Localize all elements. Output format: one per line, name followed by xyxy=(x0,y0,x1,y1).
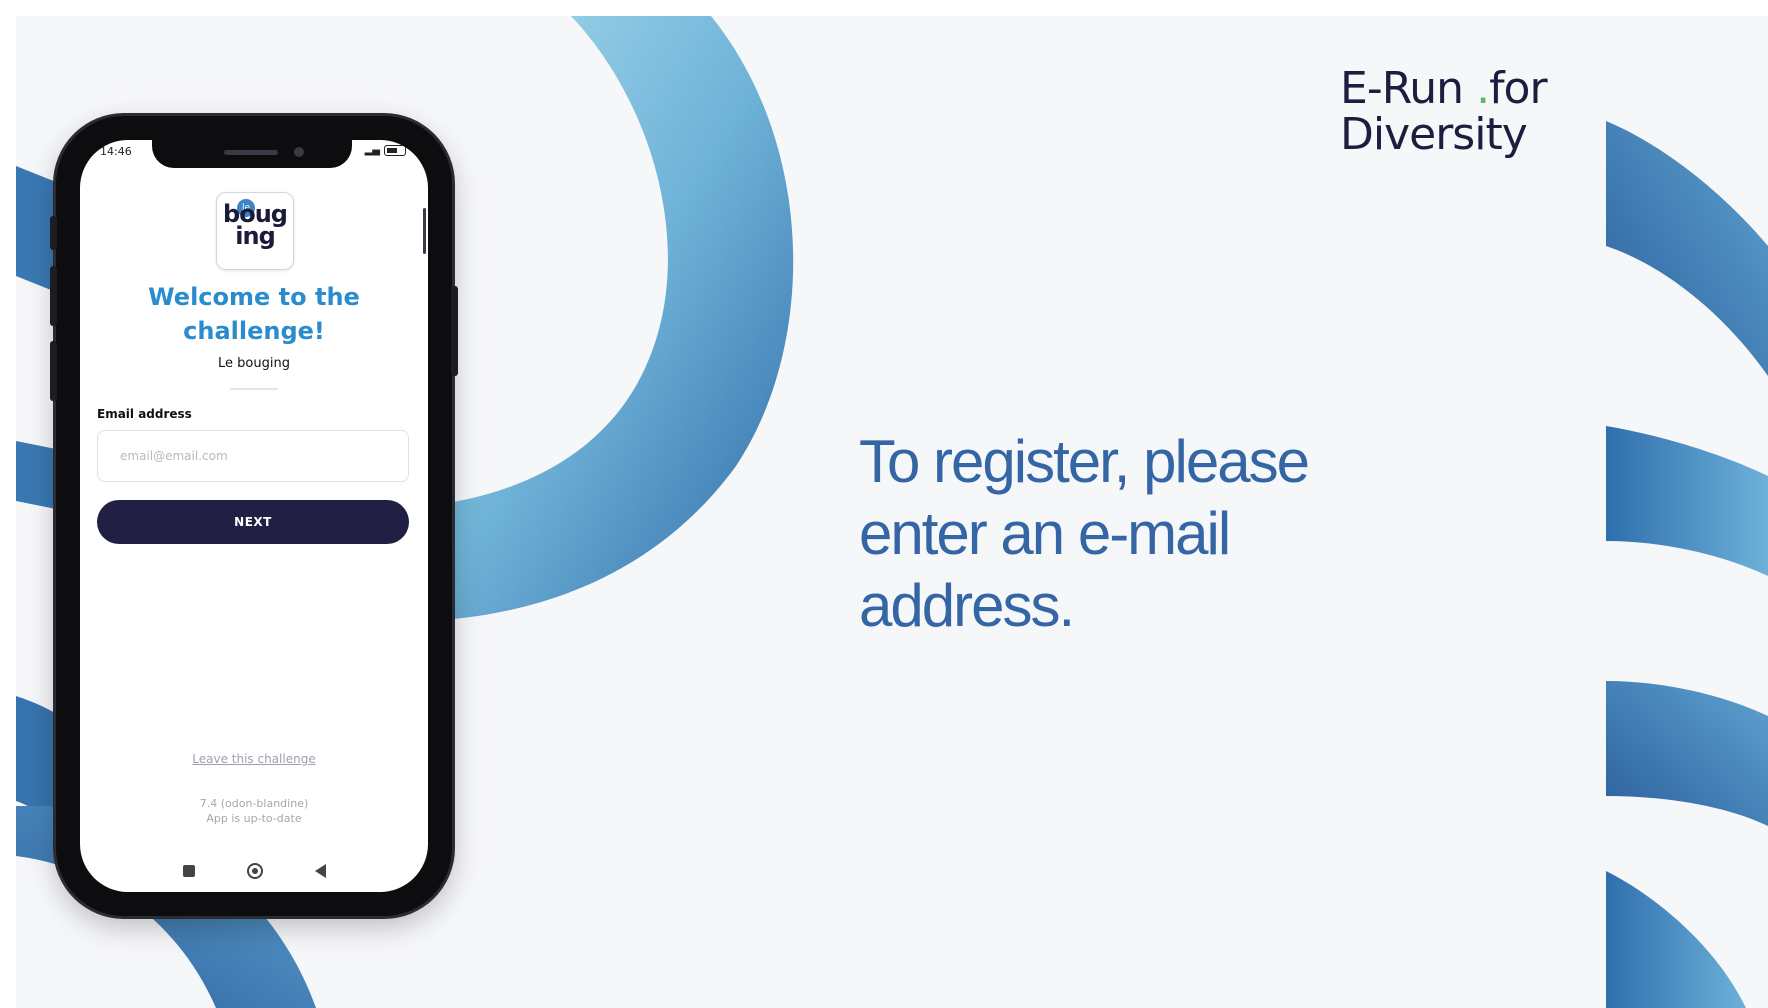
signal-icon: ▂▄ xyxy=(364,145,380,156)
version-info: 7.4 (odon-blandine) App is up-to-date xyxy=(80,796,428,826)
brand-e: E xyxy=(1340,63,1368,114)
brand-line-2: Diversity xyxy=(1340,109,1528,160)
next-button[interactable]: NEXT xyxy=(97,500,409,544)
scroll-indicator[interactable] xyxy=(423,208,426,254)
status-time: 14:46 xyxy=(100,145,132,158)
brand-line-1: E-Run .for xyxy=(1340,63,1548,114)
ribbon-arc-large xyxy=(426,16,794,621)
android-nav-bar xyxy=(80,854,428,888)
organization-name: Le bouging xyxy=(218,356,290,371)
email-label: Email address xyxy=(97,407,192,421)
back-icon[interactable] xyxy=(314,864,326,878)
phone-notch xyxy=(152,140,352,168)
home-icon[interactable] xyxy=(246,863,263,879)
headline: To register, please enter an e-mail addr… xyxy=(859,428,1310,639)
brand-dot: . xyxy=(1476,63,1490,114)
ribbon-right-upper-mid xyxy=(1606,426,1768,576)
ribbon-right-top xyxy=(1606,121,1768,376)
speaker-grille xyxy=(224,150,278,155)
email-input[interactable] xyxy=(97,430,409,482)
front-camera xyxy=(294,147,304,157)
welcome-title: Welcome to the challenge! xyxy=(148,283,360,345)
phone-button-power xyxy=(451,286,458,376)
version-line: 7.4 (odon-blandine) xyxy=(199,797,309,810)
ribbon-right-lower-mid xyxy=(1606,681,1768,826)
brand-run: Run xyxy=(1381,63,1477,114)
ribbon-right-bottom xyxy=(1606,871,1746,1008)
phone-button-mute xyxy=(50,216,57,250)
phone-mockup: 14:46 ▂▄ le boug ing Welcome to the chal… xyxy=(50,116,458,916)
battery-icon xyxy=(384,145,406,156)
divider xyxy=(230,388,278,390)
app-logo-text: boug ing xyxy=(223,200,288,250)
phone-button-volume-down xyxy=(50,341,57,401)
recents-icon[interactable] xyxy=(182,865,195,877)
leave-challenge-link[interactable]: Leave this challenge xyxy=(80,752,428,766)
update-status: App is up-to-date xyxy=(206,812,302,825)
phone-screen: 14:46 ▂▄ le boug ing Welcome to the chal… xyxy=(80,140,428,892)
brand-for: for xyxy=(1489,63,1547,114)
phone-button-volume-up xyxy=(50,266,57,326)
slide-canvas: 14:46 ▂▄ le boug ing Welcome to the chal… xyxy=(16,16,1768,1008)
brand-hyphen: - xyxy=(1366,63,1383,114)
app-logo: le boug ing xyxy=(216,192,294,270)
brand-logo: E-Run .for Diversity xyxy=(1340,63,1548,160)
status-icons: ▂▄ xyxy=(365,145,406,156)
